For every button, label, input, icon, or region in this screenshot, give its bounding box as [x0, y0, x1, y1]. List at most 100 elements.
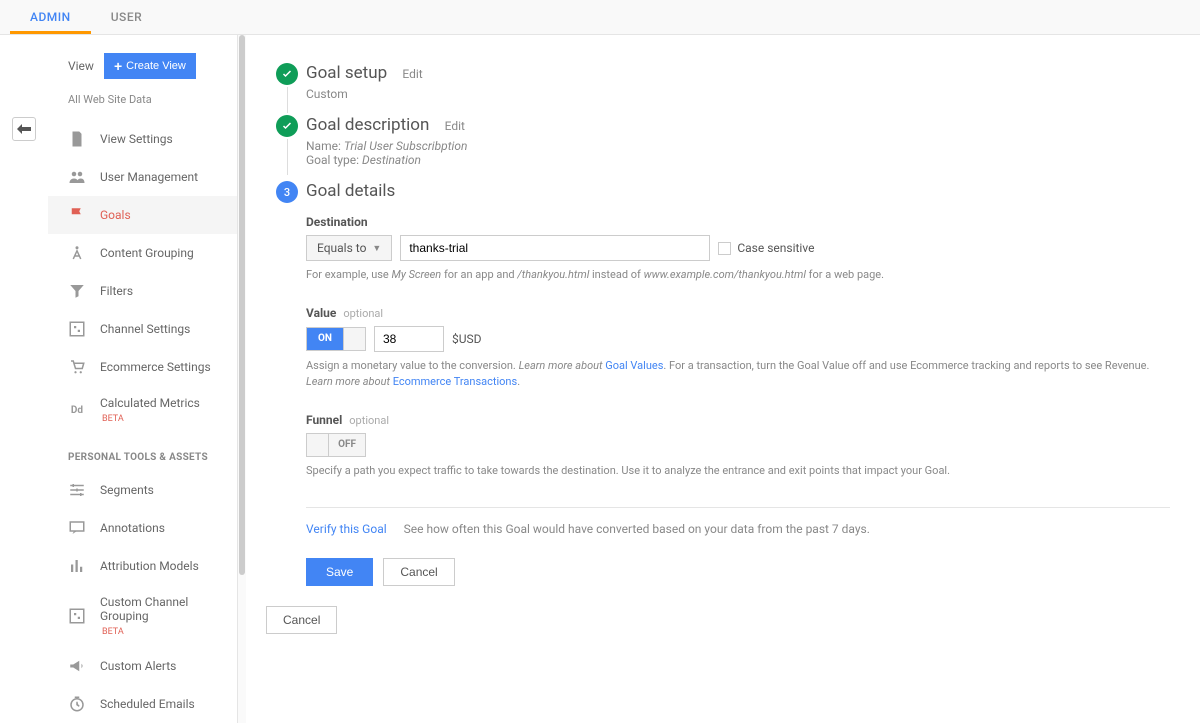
file-icon [68, 130, 86, 148]
sidebar-item-label: Segments [100, 483, 154, 497]
sidebar-item-label: Goals [100, 208, 131, 222]
view-label: View [68, 59, 94, 73]
tab-admin[interactable]: ADMIN [10, 0, 91, 34]
channel-icon [68, 320, 86, 338]
sidebar-item-custom-channel-grouping[interactable]: Custom Channel Grouping BETA [48, 585, 237, 647]
sidebar-item-label: Filters [100, 284, 133, 298]
value-amount-input[interactable] [374, 326, 444, 352]
funnel-icon [68, 282, 86, 300]
bars-icon [68, 557, 86, 575]
sidebar-item-label: Attribution Models [100, 559, 199, 573]
sidebar-item-calculated-metrics[interactable]: Dd Calculated Metrics BETA [48, 386, 237, 434]
cancel-button[interactable]: Cancel [383, 558, 454, 586]
step1-badge [276, 63, 298, 85]
goal-values-link[interactable]: Goal Values [605, 359, 663, 372]
toggle-on-label: ON [307, 328, 343, 350]
currency-label: $USD [452, 332, 482, 346]
sidebar-item-custom-alerts[interactable]: Custom Alerts [48, 647, 237, 685]
step1-subtitle: Custom [306, 87, 1170, 101]
sidebar-item-label: Channel Settings [100, 322, 190, 336]
funnel-label: Funnel [306, 413, 342, 427]
view-name[interactable]: All Web Site Data [48, 89, 237, 120]
megaphone-icon [68, 657, 86, 675]
optional-label: optional [349, 414, 389, 427]
channel-icon [68, 607, 86, 625]
beta-badge: BETA [102, 414, 124, 424]
sidebar-item-annotations[interactable]: Annotations [48, 509, 237, 547]
value-label: Value [306, 306, 336, 320]
sidebar-item-label: Custom Channel Grouping [100, 595, 188, 623]
plus-icon: + [114, 58, 122, 74]
back-button[interactable] [12, 117, 36, 141]
back-arrow-icon [17, 124, 31, 134]
check-icon [281, 120, 293, 132]
step1-title: Goal setup [306, 63, 387, 83]
sidebar-item-label: Ecommerce Settings [100, 360, 211, 374]
sidebar-item-label: Scheduled Emails [100, 697, 195, 711]
verify-help-text: See how often this Goal would have conve… [404, 522, 870, 536]
case-sensitive-checkbox[interactable]: Case sensitive [718, 241, 814, 255]
value-help-text: Assign a monetary value to the conversio… [306, 358, 1170, 391]
destination-help-text: For example, use My Screen for an app an… [306, 267, 1170, 284]
toggle-off-label: OFF [329, 434, 365, 456]
sidebar-item-content-grouping[interactable]: Content Grouping [48, 234, 237, 272]
step2-edit-link[interactable]: Edit [445, 119, 465, 133]
step3-badge: 3 [276, 181, 298, 203]
divider [306, 507, 1170, 508]
case-sensitive-label: Case sensitive [737, 241, 814, 255]
cart-icon [68, 358, 86, 376]
main-content: Goal setup Edit Custom Goal description … [246, 35, 1200, 723]
tab-user[interactable]: USER [91, 0, 162, 34]
step1-edit-link[interactable]: Edit [402, 67, 422, 81]
step2-type-value: Destination [362, 153, 421, 167]
step2-title: Goal description [306, 115, 429, 135]
destination-input[interactable] [400, 235, 710, 261]
sidebar-item-filters[interactable]: Filters [48, 272, 237, 310]
sidebar-item-goals[interactable]: Goals [48, 196, 237, 234]
sidebar-item-attribution-models[interactable]: Attribution Models [48, 547, 237, 585]
value-toggle[interactable]: ON [306, 327, 366, 351]
create-view-button[interactable]: + Create View [104, 53, 196, 79]
destination-match-dropdown[interactable]: Equals to ▼ [306, 235, 392, 261]
sidebar-item-label: Custom Alerts [100, 659, 176, 673]
sidebar-item-label: Annotations [100, 521, 165, 535]
funnel-help-text: Specify a path you expect traffic to tak… [306, 463, 1170, 480]
caret-down-icon: ▼ [372, 243, 381, 254]
save-button[interactable]: Save [306, 558, 373, 586]
grouping-icon [68, 244, 86, 262]
toggle-handle [343, 328, 365, 350]
step2-badge [276, 115, 298, 137]
sidebar-item-view-settings[interactable]: View Settings [48, 120, 237, 158]
outer-cancel-button[interactable]: Cancel [266, 606, 337, 634]
checkbox-icon [718, 242, 731, 255]
sidebar-item-scheduled-emails[interactable]: Scheduled Emails [48, 685, 237, 723]
segments-icon [68, 481, 86, 499]
sidebar-item-label: Content Grouping [100, 246, 194, 260]
funnel-toggle[interactable]: OFF [306, 433, 366, 457]
sidebar-item-ecommerce-settings[interactable]: Ecommerce Settings [48, 348, 237, 386]
sidebar-item-label: Calculated Metrics [100, 396, 200, 410]
toggle-handle [307, 434, 329, 456]
destination-label: Destination [306, 215, 1170, 229]
check-icon [281, 68, 293, 80]
users-icon [68, 168, 86, 186]
annotation-icon [68, 519, 86, 537]
sidebar-item-channel-settings[interactable]: Channel Settings [48, 310, 237, 348]
step2-name-label: Name: [306, 139, 341, 153]
sidebar-item-label: User Management [100, 170, 198, 184]
scrollbar[interactable] [238, 35, 246, 723]
sidebar-item-label: View Settings [100, 132, 173, 146]
dropdown-value: Equals to [317, 241, 366, 255]
flag-icon [68, 206, 86, 224]
sidebar: View + Create View All Web Site Data Vie… [48, 35, 238, 723]
dd-icon: Dd [68, 401, 86, 419]
clock-icon [68, 695, 86, 713]
scrollbar-thumb[interactable] [239, 35, 245, 575]
ecommerce-transactions-link[interactable]: Ecommerce Transactions [393, 375, 518, 388]
step3-title: Goal details [306, 181, 395, 201]
step2-type-label: Goal type: [306, 153, 359, 167]
sidebar-item-segments[interactable]: Segments [48, 471, 237, 509]
step2-name-value: Trial User Subscribption [344, 139, 468, 153]
verify-goal-link[interactable]: Verify this Goal [306, 522, 387, 536]
sidebar-item-user-management[interactable]: User Management [48, 158, 237, 196]
